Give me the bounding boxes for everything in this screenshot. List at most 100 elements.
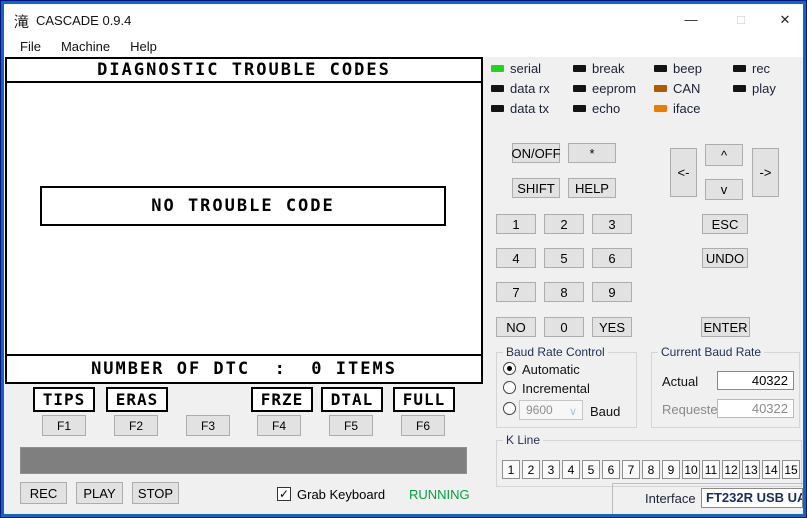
f4-button[interactable]: F4 <box>257 415 301 436</box>
esc-button[interactable]: ESC <box>702 214 748 234</box>
undo-button[interactable]: UNDO <box>702 248 748 268</box>
led-beep: beep <box>654 62 702 75</box>
kline-button-3[interactable]: 3 <box>542 460 560 479</box>
app-window: 滝 CASCADE 0.9.4 — □ ✕ File Machine Help … <box>0 0 807 518</box>
current-baud-rate-title: Current Baud Rate <box>658 345 764 359</box>
current-baud-rate-group: Current Baud Rate Actual 40322 Requested… <box>651 352 800 428</box>
lcd-status-line: NUMBER OF DTC : 0 ITEMS <box>7 354 481 382</box>
menu-file[interactable]: File <box>10 37 51 57</box>
window-title: CASCADE 0.9.4 <box>36 13 131 28</box>
kline-button-12[interactable]: 12 <box>722 460 740 479</box>
actual-label: Actual <box>662 374 698 389</box>
radio-automatic[interactable] <box>503 362 516 375</box>
data-tx-led-icon <box>491 105 504 112</box>
key-4[interactable]: 4 <box>496 248 536 268</box>
key-2[interactable]: 2 <box>544 214 584 234</box>
minimize-button[interactable]: — <box>676 8 706 32</box>
f5-button[interactable]: F5 <box>329 415 373 436</box>
enter-button[interactable]: ENTER <box>701 317 750 337</box>
arrow-down-button[interactable]: v <box>705 179 743 200</box>
key-yes[interactable]: YES <box>592 317 632 337</box>
star-button[interactable]: * <box>568 143 616 163</box>
lcd-title: DIAGNOSTIC TROUBLE CODES <box>7 59 481 83</box>
softkey-label-tips: TIPS <box>33 387 95 412</box>
baud-select[interactable]: 9600 ∨ <box>519 400 583 420</box>
activity-bar <box>20 447 467 474</box>
kline-button-1[interactable]: 1 <box>502 460 520 479</box>
kline-button-7[interactable]: 7 <box>622 460 640 479</box>
key-5[interactable]: 5 <box>544 248 584 268</box>
kline-button-13[interactable]: 13 <box>742 460 760 479</box>
kline-button-10[interactable]: 10 <box>682 460 700 479</box>
key-no[interactable]: NO <box>496 317 536 337</box>
kline-button-15[interactable]: 15 <box>782 460 800 479</box>
f3-button[interactable]: F3 <box>186 415 230 436</box>
key-3[interactable]: 3 <box>592 214 632 234</box>
beep-led-icon <box>654 65 667 72</box>
close-button[interactable]: ✕ <box>770 8 800 32</box>
f1-button[interactable]: F1 <box>42 415 86 436</box>
statusbar-divider <box>612 483 803 484</box>
play-button[interactable]: PLAY <box>76 482 123 504</box>
shift-button[interactable]: SHIFT <box>512 178 560 198</box>
stop-button[interactable]: STOP <box>132 482 179 504</box>
baud-unit-label: Baud <box>590 404 620 419</box>
f2-button[interactable]: F2 <box>114 415 158 436</box>
f6-button[interactable]: F6 <box>401 415 445 436</box>
statusbar-divider-vertical <box>612 483 613 514</box>
requested-label: Requested <box>662 402 725 417</box>
led-column-4: rec play <box>733 62 776 102</box>
rec-led-icon <box>733 65 746 72</box>
key-0[interactable]: 0 <box>544 317 584 337</box>
k-line-title: K Line <box>503 433 543 447</box>
grab-keyboard-checkbox[interactable]: ✓ <box>277 487 291 501</box>
key-1[interactable]: 1 <box>496 214 536 234</box>
key-8[interactable]: 8 <box>544 282 584 302</box>
k-line-buttons: 1 2 3 4 5 6 7 8 9 10 11 12 13 14 15 <box>502 460 800 479</box>
arrow-right-button[interactable]: -> <box>752 148 779 197</box>
led-serial: serial <box>491 62 550 75</box>
app-icon: 滝 <box>14 11 29 32</box>
key-6[interactable]: 6 <box>592 248 632 268</box>
rec-button[interactable]: REC <box>20 482 67 504</box>
kline-button-11[interactable]: 11 <box>702 460 720 479</box>
led-data-tx: data tx <box>491 102 550 115</box>
data-rx-led-icon <box>491 85 504 92</box>
kline-button-9[interactable]: 9 <box>662 460 680 479</box>
menu-machine[interactable]: Machine <box>51 37 120 57</box>
interface-field: FT232R USB UART <box>701 488 803 508</box>
k-line-group: K Line 1 2 3 4 5 6 7 8 9 10 11 12 13 14 … <box>496 440 802 487</box>
help-button[interactable]: HELP <box>568 178 616 198</box>
radio-fixed-baud[interactable] <box>503 402 516 415</box>
led-break: break <box>573 62 636 75</box>
kline-button-14[interactable]: 14 <box>762 460 780 479</box>
led-data-rx: data rx <box>491 82 550 95</box>
kline-button-4[interactable]: 4 <box>562 460 580 479</box>
led-iface: iface <box>654 102 702 115</box>
radio-automatic-label: Automatic <box>522 362 580 377</box>
kline-button-8[interactable]: 8 <box>642 460 660 479</box>
radio-incremental[interactable] <box>503 381 516 394</box>
key-9[interactable]: 9 <box>592 282 632 302</box>
window-client-area: 滝 CASCADE 0.9.4 — □ ✕ File Machine Help … <box>4 4 803 514</box>
running-status: RUNNING <box>409 487 470 502</box>
kline-button-2[interactable]: 2 <box>522 460 540 479</box>
lcd-display: DIAGNOSTIC TROUBLE CODES NO TROUBLE CODE… <box>5 57 483 384</box>
arrow-up-button[interactable]: ^ <box>705 144 743 166</box>
lcd-body: NO TROUBLE CODE <box>7 83 481 354</box>
kline-button-5[interactable]: 5 <box>582 460 600 479</box>
onoff-button[interactable]: ON/OFF <box>512 143 560 163</box>
baud-select-value: 9600 <box>526 403 553 417</box>
menu-help[interactable]: Help <box>120 37 167 57</box>
baud-rate-control-title: Baud Rate Control <box>503 345 608 359</box>
menu-bar: File Machine Help <box>4 37 803 57</box>
led-eeprom: eeprom <box>573 82 636 95</box>
requested-baud-field: 40322 <box>717 399 794 418</box>
led-can: CAN <box>654 82 702 95</box>
led-rec: rec <box>733 62 776 75</box>
echo-led-icon <box>573 105 586 112</box>
arrow-left-button[interactable]: <- <box>670 148 697 197</box>
key-7[interactable]: 7 <box>496 282 536 302</box>
lcd-message-box: NO TROUBLE CODE <box>40 186 446 226</box>
kline-button-6[interactable]: 6 <box>602 460 620 479</box>
